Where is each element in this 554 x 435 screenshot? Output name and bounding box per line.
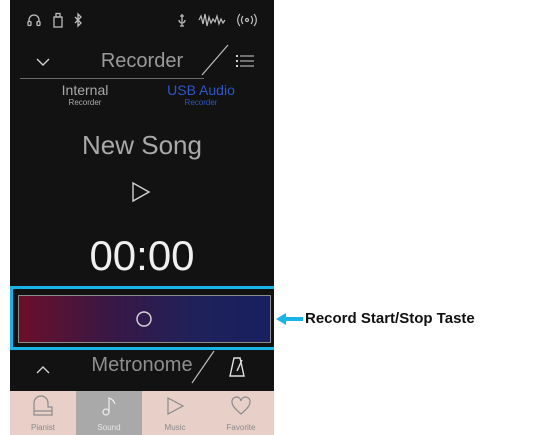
piano-icon: [33, 395, 53, 416]
headphones-icon: [26, 12, 42, 28]
record-button-highlight: [10, 286, 274, 350]
tab-usb-audio-recorder[interactable]: USB Audio Recorder: [146, 82, 256, 108]
menu-list-icon[interactable]: [236, 54, 254, 68]
record-start-stop-button[interactable]: [18, 295, 271, 343]
divider-slash: [200, 44, 230, 76]
song-title: New Song: [82, 130, 202, 160]
annotation-label: Record Start/Stop Taste: [305, 310, 475, 327]
tab-sublabel: Recorder: [184, 98, 218, 107]
tab-label: Internal: [61, 82, 109, 98]
metronome-bar: Metronome: [10, 350, 274, 386]
recorder-tabs: Internal Recorder USB Audio Recorder: [10, 82, 274, 116]
wireless-icon: [236, 12, 258, 28]
tab-label: Sound: [97, 423, 121, 432]
usb-icon: [50, 12, 66, 28]
annotation-arrow-icon: [276, 313, 303, 325]
tab-sound[interactable]: Sound: [76, 391, 142, 435]
tab-label: Favorite: [226, 423, 256, 432]
tab-label: USB Audio: [167, 82, 235, 98]
record-icon: [135, 310, 153, 328]
recorder-title: Recorder: [100, 50, 184, 72]
tab-label: Pianist: [30, 423, 55, 432]
bottom-tab-bar: Pianist Sound Music Favorite: [10, 391, 274, 435]
play-icon: [167, 397, 185, 415]
tab-favorite[interactable]: Favorite: [208, 391, 274, 435]
status-bar: [10, 0, 274, 38]
bluetooth-icon: [70, 12, 86, 28]
metronome-icon[interactable]: [228, 356, 246, 378]
music-note-icon: [102, 397, 116, 416]
recorder-header: Recorder: [10, 40, 274, 80]
elapsed-time: 00:00: [89, 232, 195, 279]
phone-screen: Recorder Internal Recorder USB Audio Rec…: [10, 0, 274, 435]
tab-music[interactable]: Music: [142, 391, 208, 435]
microphone-icon: [174, 12, 190, 28]
tab-internal-recorder[interactable]: Internal Recorder: [30, 82, 140, 108]
tab-pianist[interactable]: Pianist: [10, 391, 76, 435]
heart-icon: [231, 396, 251, 415]
play-icon[interactable]: [131, 181, 151, 203]
tab-label: Music: [164, 423, 186, 432]
divider-slash: [190, 350, 216, 384]
tab-sublabel: Recorder: [68, 98, 102, 107]
audio-level-icon: [198, 12, 228, 28]
